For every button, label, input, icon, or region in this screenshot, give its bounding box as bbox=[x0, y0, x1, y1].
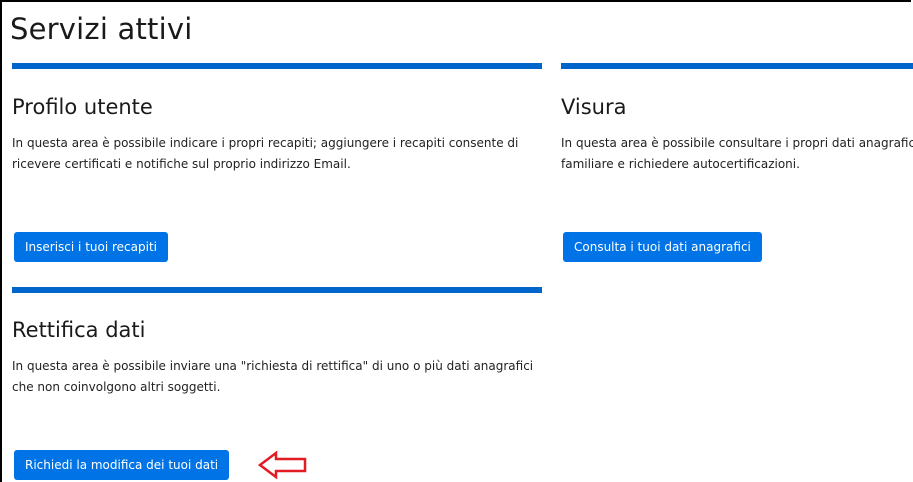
inserisci-recapiti-button[interactable]: Inserisci i tuoi recapiti bbox=[14, 232, 168, 262]
card-visura: Visura In questa area è possibile consul… bbox=[561, 63, 913, 273]
card-accent-bar bbox=[12, 287, 542, 293]
card-description-line-1: In questa area è possibile indicare i pr… bbox=[12, 136, 519, 150]
card-title: Rettifica dati bbox=[12, 318, 146, 342]
card-profilo-utente: Profilo utente In questa area è possibil… bbox=[12, 63, 542, 273]
left-arrow-outline-icon bbox=[258, 450, 307, 480]
card-accent-bar bbox=[12, 63, 542, 69]
card-description-line-2: che non coinvolgono altri soggetti. bbox=[12, 380, 221, 394]
card-description-line-2: familiare e richiedere autocertificazion… bbox=[561, 157, 800, 171]
page-title: Servizi attivi bbox=[10, 12, 193, 46]
card-description-line-1: In questa area è possibile consultare i … bbox=[561, 136, 913, 150]
richiedi-modifica-dati-button[interactable]: Richiedi la modifica dei tuoi dati bbox=[14, 450, 230, 480]
card-accent-bar bbox=[561, 63, 913, 69]
card-description-line-2: ricevere certificati e notifiche sul pro… bbox=[12, 157, 351, 171]
consulta-dati-anagrafici-button[interactable]: Consulta i tuoi dati anagrafici bbox=[563, 232, 762, 262]
card-title: Profilo utente bbox=[12, 95, 153, 119]
card-title: Visura bbox=[561, 95, 627, 119]
card-description-line-1: In questa area è possibile inviare una "… bbox=[12, 359, 534, 373]
